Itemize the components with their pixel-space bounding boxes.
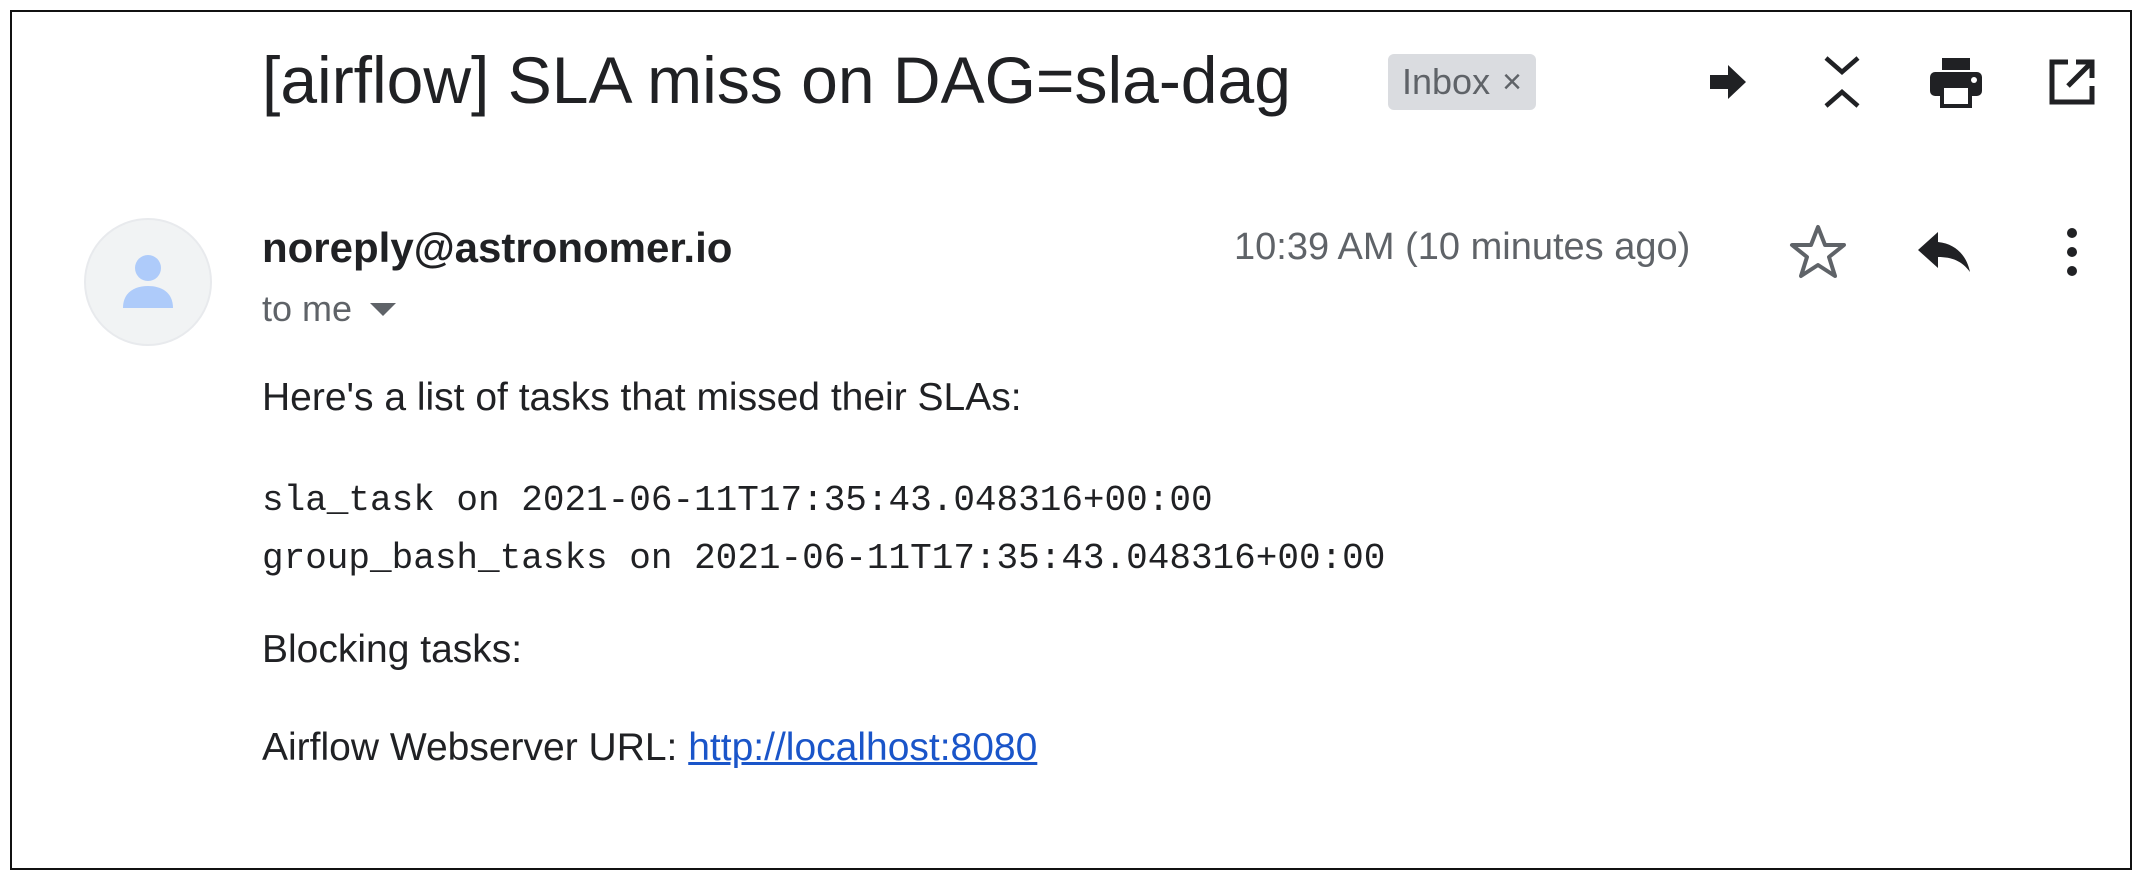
task-line: sla_task on 2021-06-11T17:35:43.048316+0… bbox=[262, 480, 1213, 521]
chevron-down-icon[interactable] bbox=[370, 302, 397, 316]
email-subject: [airflow] SLA miss on DAG=sla-dag bbox=[262, 43, 1291, 117]
sender-avatar bbox=[84, 218, 212, 346]
print-icon[interactable] bbox=[1924, 50, 1988, 114]
message-timestamp: 10:39 AM (10 minutes ago) bbox=[1234, 226, 1691, 268]
email-frame: [airflow] SLA miss on DAG=sla-dag Inbox … bbox=[10, 10, 2132, 870]
label-chip-inbox[interactable]: Inbox × bbox=[1388, 54, 1536, 110]
reply-icon[interactable] bbox=[1908, 216, 1980, 288]
body-intro: Here's a list of tasks that missed their… bbox=[262, 376, 1022, 419]
sender-address: noreply@astronomer.io bbox=[262, 224, 733, 271]
star-icon[interactable] bbox=[1782, 216, 1854, 288]
remove-label-button[interactable]: × bbox=[1502, 63, 1522, 102]
webserver-url-link[interactable]: http://localhost:8080 bbox=[688, 726, 1037, 769]
blocking-tasks-label: Blocking tasks: bbox=[262, 628, 523, 671]
recipient-label: to me bbox=[262, 288, 353, 329]
label-chip-text: Inbox bbox=[1402, 61, 1491, 102]
open-in-new-window-icon[interactable] bbox=[2040, 50, 2104, 114]
webserver-url-line: Airflow Webserver URL: http://localhost:… bbox=[262, 726, 1037, 770]
collapse-all-icon[interactable] bbox=[1810, 50, 1874, 114]
person-icon bbox=[123, 255, 173, 308]
forward-arrow-icon[interactable] bbox=[1696, 50, 1760, 114]
recipient-details-toggle[interactable]: to me bbox=[262, 288, 397, 330]
webserver-url-label: Airflow Webserver URL: bbox=[262, 726, 689, 769]
task-line: group_bash_tasks on 2021-06-11T17:35:43.… bbox=[262, 538, 1386, 579]
more-vert-icon[interactable] bbox=[2036, 216, 2108, 288]
